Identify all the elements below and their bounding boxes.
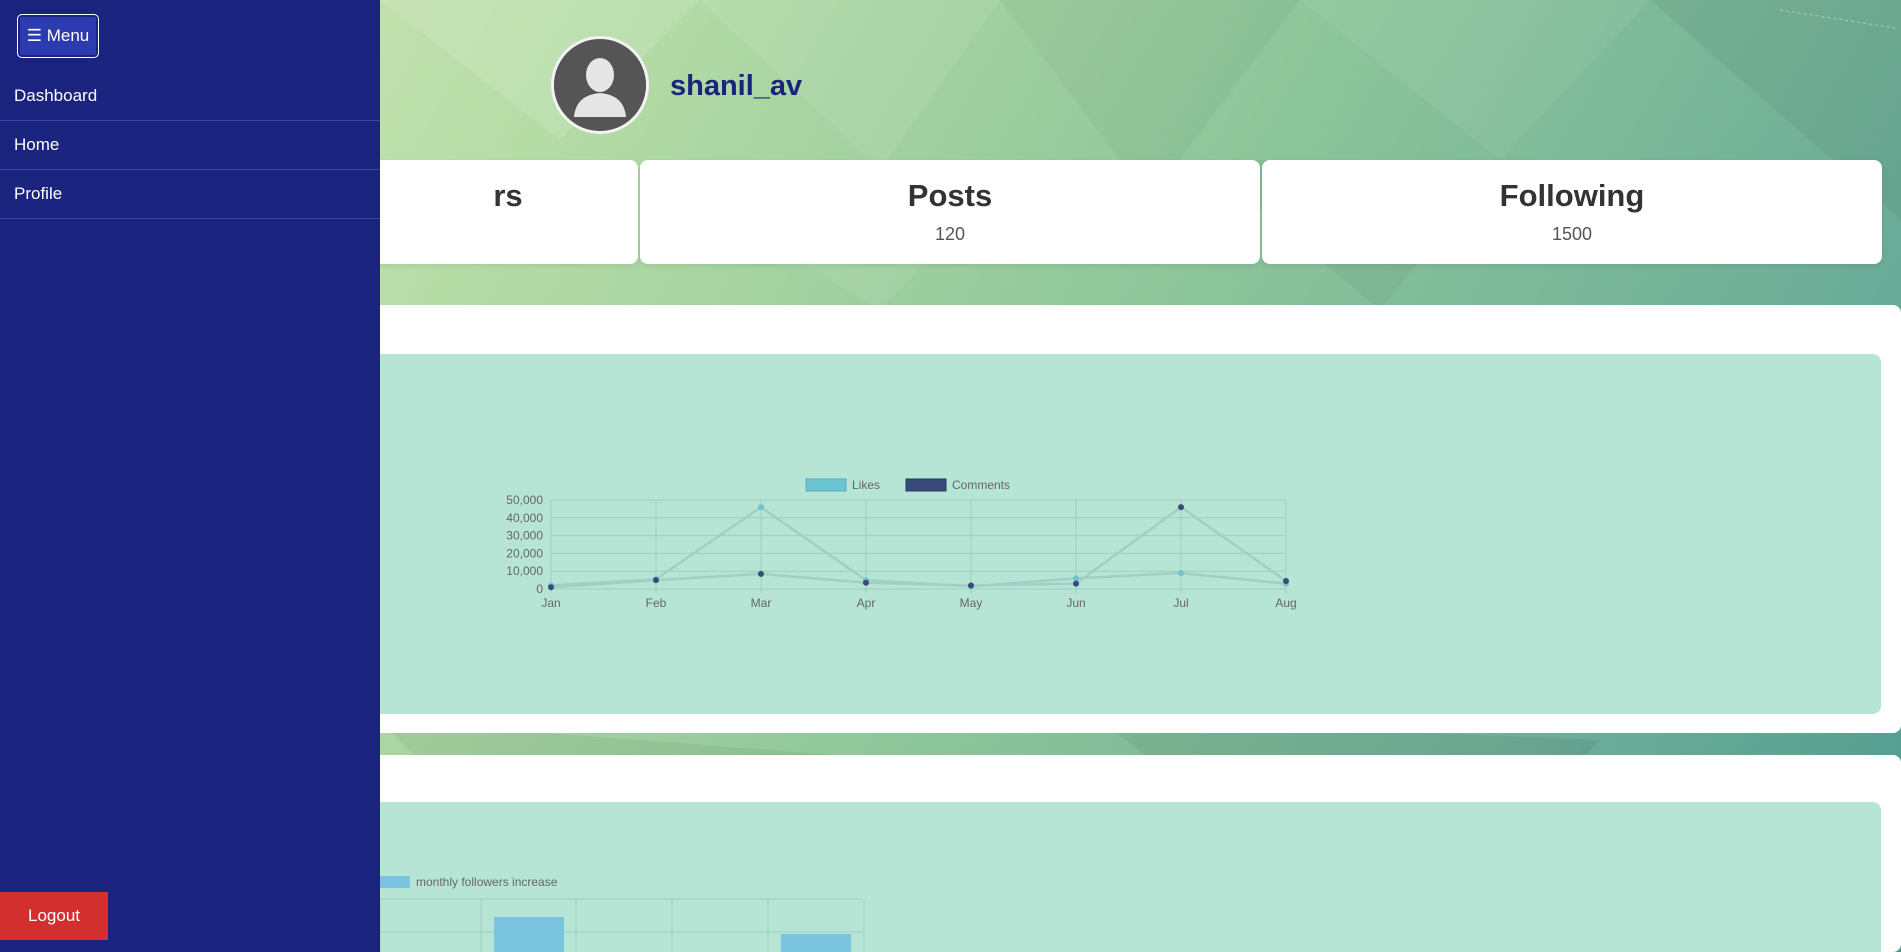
stat-card-following: Following 1500	[1262, 160, 1882, 264]
sidebar-item-dashboard[interactable]: Dashboard	[0, 72, 380, 121]
legend-label: monthly followers increase	[416, 875, 558, 889]
x-tick-label: Feb	[646, 596, 667, 610]
data-point	[758, 570, 764, 577]
logout-button[interactable]: Logout	[0, 892, 108, 940]
series-line-0	[550, 505, 1287, 588]
sidebar: ☰ Menu Dashboard Home Profile Logout	[0, 0, 380, 952]
engagement-chart-container: Likes Comments 50,000 40,000 30,000 20,000 10,…	[300, 354, 1881, 714]
profile-username: shanil_av	[670, 70, 803, 102]
sidebar-item-home[interactable]: Home	[0, 121, 380, 170]
stat-title-posts: Posts	[907, 178, 993, 213]
data-point	[1178, 569, 1184, 576]
legend-swatch	[380, 876, 410, 888]
y-tick-label: 20,000	[506, 546, 543, 560]
followers-chart-container: monthly followers increase	[300, 802, 1881, 952]
data-point	[1073, 580, 1079, 587]
data-point	[653, 577, 659, 584]
x-tick-label: Aug	[1275, 596, 1296, 610]
x-tick-label: Jul	[1173, 596, 1188, 610]
stat-value-following: 1500	[1551, 224, 1593, 244]
legend-label-0: Likes	[852, 478, 880, 492]
stat-card-posts: Posts 120	[640, 160, 1260, 264]
legend-swatch-0	[805, 478, 847, 492]
data-point	[758, 504, 764, 511]
data-point	[1283, 577, 1289, 584]
data-point	[548, 584, 554, 591]
x-tick-label: Jan	[541, 596, 560, 610]
x-tick-label: Apr	[857, 596, 876, 610]
bar	[494, 917, 564, 952]
data-point	[968, 582, 974, 589]
x-tick-label: Jun	[1066, 596, 1085, 610]
y-tick-label: 50,000	[506, 493, 543, 507]
y-tick-label: 0	[536, 582, 543, 596]
bar	[781, 934, 851, 952]
data-point	[1178, 504, 1184, 511]
x-tick-label: Mar	[751, 596, 772, 610]
x-tick-label: May	[960, 596, 983, 610]
data-point	[863, 579, 869, 586]
stat-title-following: Following	[1499, 178, 1645, 213]
legend-swatch-1	[905, 478, 947, 492]
stat-title-followers: rs	[493, 178, 523, 213]
data-point	[1073, 575, 1079, 582]
menu-toggle-button[interactable]: ☰ Menu	[17, 14, 99, 58]
stat-value-posts: 120	[934, 224, 966, 244]
legend-label-1: Comments	[952, 478, 1010, 492]
y-tick-label: 10,000	[506, 564, 543, 578]
y-tick-label: 30,000	[506, 529, 543, 543]
y-tick-label: 40,000	[506, 511, 543, 525]
engagement-line-chart: Likes Comments 50,000 40,000 30,000 20,000 10,…	[506, 478, 1296, 610]
sidebar-nav: Dashboard Home Profile	[0, 72, 380, 219]
sidebar-item-profile[interactable]: Profile	[0, 170, 380, 219]
avatar	[551, 36, 649, 134]
user-silhouette-icon	[554, 39, 646, 131]
followers-bar-chart: monthly followers increase	[379, 875, 865, 952]
